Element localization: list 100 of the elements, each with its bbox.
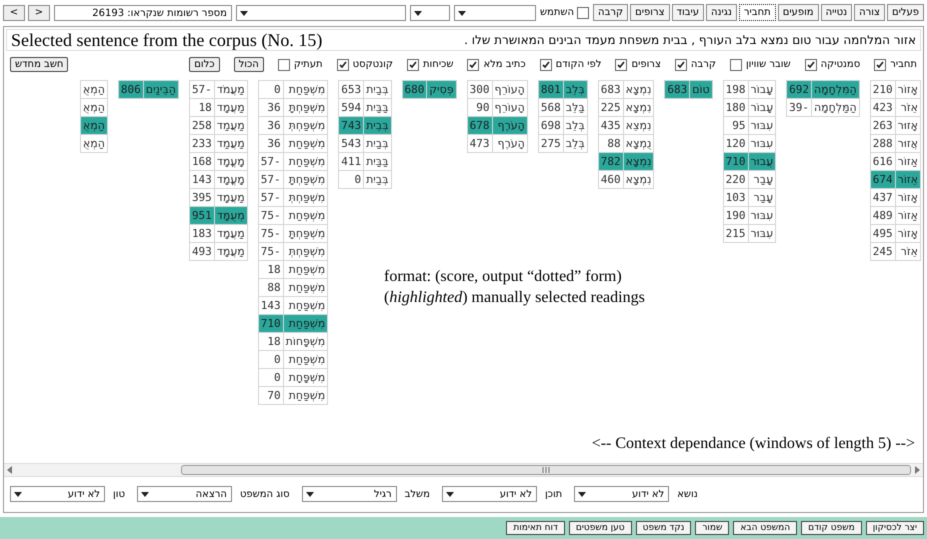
reading-cell[interactable]: עִבּוּר (748, 224, 776, 242)
action-button[interactable]: שמור (695, 521, 730, 535)
reading-cell[interactable]: מִשְׁפַּחַת (283, 152, 328, 170)
action-button[interactable]: המשפט הבא (733, 521, 798, 535)
reading-cell[interactable]: מַעֲמַד (214, 116, 248, 134)
checkbox[interactable] (540, 58, 552, 70)
scroll-right-icon[interactable] (914, 466, 920, 474)
checkbox[interactable] (674, 58, 687, 70)
reading-cell[interactable]: אֵזֹר (895, 98, 920, 116)
reading-cell[interactable]: מִשְׁפַּחְתָּ (283, 170, 328, 188)
checkbox[interactable] (874, 58, 886, 70)
reading-cell[interactable]: מִשְׁפַּחְתָּ (283, 224, 328, 242)
reading-cell[interactable]: מִשְׁפַּחְתְּ (283, 188, 328, 206)
checkbox[interactable] (804, 58, 817, 70)
reading-cell[interactable]: נִמְצָא (623, 152, 654, 170)
reading-cell[interactable]: אָזוֹר (895, 188, 920, 206)
reading-cell[interactable]: טוֹם (690, 80, 712, 98)
reading-cell[interactable]: מְעֻמָּד (214, 206, 248, 224)
dropdown[interactable]: רגיל (302, 486, 397, 502)
reading-cell[interactable]: אַזוֹר (895, 206, 920, 224)
tab[interactable]: פעלים (886, 4, 924, 21)
tab[interactable]: קרבה (593, 4, 628, 21)
reading-cell[interactable]: הַמְאֻ (80, 80, 108, 98)
reading-cell[interactable]: הָעוֹרֵף (492, 80, 528, 98)
reading-cell[interactable]: בַּלֵּב (563, 98, 588, 116)
tab[interactable]: נטייה (820, 4, 852, 21)
tab[interactable]: תחביר (738, 4, 776, 21)
tab[interactable]: מופעים (778, 4, 819, 21)
dropdown[interactable]: לא ידוע (10, 486, 105, 502)
nav-button[interactable]: < (3, 4, 25, 20)
dropdown[interactable]: לא ידוע (442, 486, 537, 502)
scroll-left-icon[interactable] (7, 466, 13, 474)
reading-cell[interactable]: מַעֲמָד (214, 224, 248, 242)
reading-cell[interactable]: נִמְצֵא (623, 116, 654, 134)
reading-cell[interactable]: בְּלֵב (563, 80, 588, 98)
reading-cell[interactable]: מִשְׁפַּחְתְּ (283, 116, 328, 134)
reading-cell[interactable]: אָזוֹר (895, 224, 920, 242)
reading-cell[interactable]: עָבַר (748, 188, 776, 206)
reading-cell[interactable]: מִשְׁפָּחָת (283, 368, 328, 386)
reading-cell[interactable]: אָזוּר (895, 116, 920, 134)
reading-cell[interactable]: מַעֲמָד (214, 98, 248, 116)
tab[interactable]: צרופים (630, 4, 670, 21)
checkbox[interactable] (467, 58, 480, 70)
reading-cell[interactable]: בְּלֵב (563, 116, 588, 134)
select-button[interactable]: כלום (189, 57, 220, 72)
reading-cell[interactable]: נִמְצָא (623, 80, 654, 98)
checkbox[interactable] (577, 6, 590, 18)
reading-cell[interactable]: בְּבֵית (364, 116, 391, 134)
reading-cell[interactable]: מִשְׁפַּחַת (283, 278, 328, 296)
reading-cell[interactable]: אֵזוֹר (895, 170, 920, 188)
reading-cell[interactable]: פְּסִיק (426, 80, 456, 98)
reading-cell[interactable]: עָבוֹר (748, 80, 776, 98)
action-button[interactable]: טען משפטים (568, 521, 632, 535)
dropdown[interactable]: הרצאה (136, 486, 232, 502)
action-button[interactable]: יצר לכסיקון (866, 521, 924, 535)
select-button[interactable]: הכול (234, 57, 264, 72)
reading-cell[interactable]: מַעֲמַד (214, 134, 248, 152)
reading-cell[interactable]: עֲבוּר (748, 152, 776, 170)
reading-cell[interactable]: מָעֳמָד (214, 170, 248, 188)
reading-cell[interactable]: עִבּוּר (748, 206, 776, 224)
reading-cell[interactable]: אֵזֹר (895, 242, 920, 260)
reading-cell[interactable]: עִבּוּר (748, 116, 776, 134)
checkbox[interactable] (278, 58, 290, 70)
reading-cell[interactable]: מִשְׁפַּחַת (283, 386, 328, 404)
reading-cell[interactable]: הַמִּלְחָמָה (811, 80, 860, 98)
checkbox[interactable] (406, 58, 419, 70)
checkbox[interactable] (730, 58, 742, 70)
records-field[interactable]: מספר רשומות שנקראו: 26193 (54, 4, 232, 20)
reading-cell[interactable]: עָבוֹר (748, 98, 776, 116)
reading-cell[interactable]: מִשְׁפַּחַת (283, 350, 328, 368)
reading-cell[interactable]: בַּבַּיִת (364, 152, 391, 170)
tab[interactable]: נגינה (706, 4, 737, 21)
checkbox[interactable] (615, 58, 628, 70)
action-button[interactable]: דוח תאימות (506, 521, 565, 535)
reading-cell[interactable]: מִשְׁפַּחְתְּ (283, 242, 328, 260)
reading-cell[interactable]: הָעֹרֶף (492, 134, 528, 152)
tab[interactable]: עיבוד (672, 4, 704, 21)
reading-cell[interactable]: בְּבַיִת (364, 80, 391, 98)
reading-cell[interactable]: מָעֳמָד (214, 152, 248, 170)
reading-cell[interactable]: מַעֲמָד (214, 242, 248, 260)
reading-cell[interactable]: מִשְׁפַּחַת (283, 314, 328, 332)
reading-cell[interactable]: בְּבַיִת (364, 134, 391, 152)
dropdown[interactable] (410, 4, 450, 20)
scroll-thumb[interactable] (181, 465, 911, 475)
reading-cell[interactable]: הַמְאֻ (80, 134, 108, 152)
reading-cell[interactable]: בְּלֵב (563, 134, 588, 152)
reading-cell[interactable]: הַבֵּינַיִם (143, 80, 178, 98)
recalculate-button[interactable]: חשב מחדש (10, 57, 68, 72)
reading-cell[interactable]: הַמַּלְחָמָה (811, 98, 860, 116)
reading-cell[interactable]: מִשְׁפָּחוֹת (283, 332, 328, 350)
reading-cell[interactable]: מִשְׁפַּחְתָּ (283, 98, 328, 116)
nav-button[interactable]: > (28, 4, 50, 20)
horizontal-scrollbar[interactable] (4, 463, 923, 477)
reading-cell[interactable]: נִמְצָא (623, 170, 654, 188)
tab[interactable]: צורה (854, 4, 885, 21)
action-button[interactable]: נקד משפט (636, 521, 692, 535)
reading-cell[interactable]: אֲזוּר (895, 134, 920, 152)
reading-cell[interactable]: מִשְׁפַּחַת (283, 80, 328, 98)
reading-cell[interactable]: הַמְאֻ (80, 116, 108, 134)
dropdown[interactable]: לא ידוע (574, 486, 670, 502)
